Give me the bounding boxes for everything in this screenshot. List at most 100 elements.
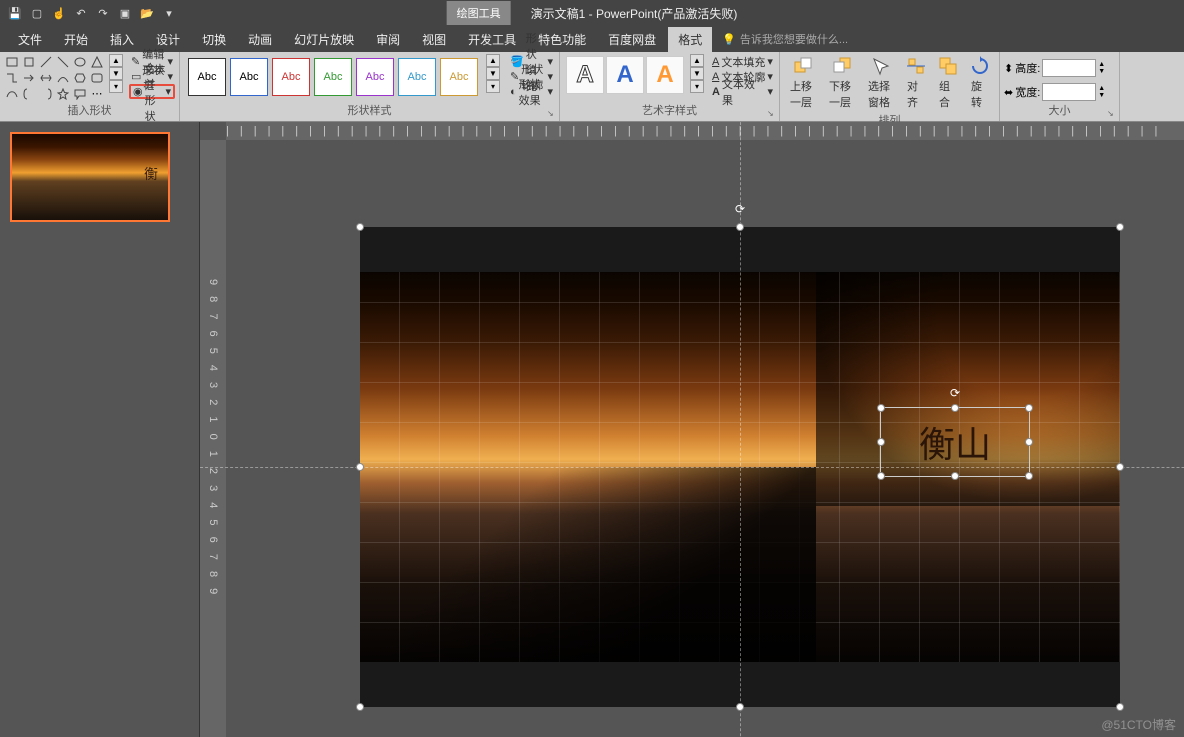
resize-handle[interactable]: [951, 404, 959, 412]
wa-up-icon[interactable]: ▲: [690, 54, 704, 67]
shape-darrow-icon[interactable]: [38, 70, 54, 85]
shape-brace2-icon[interactable]: [38, 86, 54, 101]
shape-star-icon[interactable]: [55, 86, 71, 101]
resize-handle[interactable]: [1025, 404, 1033, 412]
resize-handle[interactable]: [356, 223, 364, 231]
save-icon[interactable]: 💾: [8, 6, 22, 20]
style-preset-2[interactable]: Abc: [230, 58, 268, 96]
menu-home[interactable]: 开始: [54, 27, 98, 52]
resize-handle[interactable]: [1025, 438, 1033, 446]
menu-insert[interactable]: 插入: [100, 27, 144, 52]
rotate-handle-icon[interactable]: ⟳: [948, 386, 962, 400]
undo-icon[interactable]: ↶: [74, 6, 88, 20]
shape-arrow-icon[interactable]: [21, 70, 37, 85]
menu-baidu[interactable]: 百度网盘: [598, 27, 666, 52]
rotate-handle-icon[interactable]: ⟳: [733, 202, 747, 216]
menu-view[interactable]: 视图: [412, 27, 456, 52]
menu-file[interactable]: 文件: [8, 27, 52, 52]
shape-effects-button[interactable]: ◐形状效果▾: [508, 84, 555, 99]
shape-line2-icon[interactable]: [55, 54, 71, 69]
resize-handle[interactable]: [951, 472, 959, 480]
slide-stage[interactable]: ⟳ 衡山 ⟳: [360, 227, 1120, 707]
resize-handle[interactable]: [736, 703, 744, 711]
resize-handle[interactable]: [356, 703, 364, 711]
menu-animation[interactable]: 动画: [238, 27, 282, 52]
shape-elbow-icon[interactable]: [4, 70, 20, 85]
dialog-launcher-icon[interactable]: ↘: [547, 109, 557, 119]
shape-curve-icon[interactable]: [55, 70, 71, 85]
spinner-icon[interactable]: ▲▼: [1098, 85, 1105, 99]
width-input[interactable]: [1042, 83, 1096, 101]
style-preset-5[interactable]: Abc: [356, 58, 394, 96]
resize-handle[interactable]: [356, 463, 364, 471]
shape-oval-icon[interactable]: [72, 54, 88, 69]
shape-round-icon[interactable]: [89, 70, 105, 85]
shape-tri-icon[interactable]: [89, 54, 105, 69]
redo-icon[interactable]: ↷: [96, 6, 110, 20]
text-effects-button[interactable]: A文本效果▾: [710, 84, 775, 99]
style-preset-7[interactable]: Abc: [440, 58, 478, 96]
resize-handle[interactable]: [877, 472, 885, 480]
wordart-1[interactable]: A: [566, 56, 604, 94]
merge-shapes-button[interactable]: ◉合并形状▾: [129, 84, 175, 99]
gallery-down-icon[interactable]: ▼: [109, 67, 123, 80]
style-more-icon[interactable]: ▾: [486, 80, 500, 93]
tell-me-search[interactable]: 💡 告诉我您想要做什么...: [722, 31, 848, 47]
shape-free-icon[interactable]: [4, 86, 20, 101]
wa-down-icon[interactable]: ▼: [690, 67, 704, 80]
resize-handle[interactable]: [877, 404, 885, 412]
dialog-launcher-icon[interactable]: ↘: [1107, 109, 1117, 119]
shape-gallery[interactable]: ⋯: [4, 54, 105, 101]
resize-handle[interactable]: [1116, 223, 1124, 231]
group-button[interactable]: 组合: [933, 54, 963, 112]
menu-review[interactable]: 审阅: [366, 27, 410, 52]
shape-brace-icon[interactable]: [21, 86, 37, 101]
style-preset-3[interactable]: Abc: [272, 58, 310, 96]
gallery-up-icon[interactable]: ▲: [109, 54, 123, 67]
resize-handle[interactable]: [1116, 463, 1124, 471]
shape-more-icon[interactable]: ⋯: [89, 86, 105, 101]
resize-handle[interactable]: [736, 223, 744, 231]
dialog-launcher-icon[interactable]: ↘: [767, 109, 777, 119]
slide-thumbnail-1[interactable]: [10, 132, 170, 222]
shape-callout-icon[interactable]: [72, 86, 88, 101]
shape-hex-icon[interactable]: [72, 70, 88, 85]
slideshow-icon[interactable]: ▣: [118, 6, 132, 20]
style-preset-6[interactable]: Abc: [398, 58, 436, 96]
style-down-icon[interactable]: ▼: [486, 67, 500, 80]
selection-pane-button[interactable]: 选择窗格: [862, 54, 899, 112]
menu-slideshow[interactable]: 幻灯片放映: [284, 27, 364, 52]
align-button[interactable]: 对齐: [901, 54, 931, 112]
style-preset-1[interactable]: Abc: [188, 58, 226, 96]
shape-rect-icon[interactable]: [4, 54, 20, 69]
text-box-selection[interactable]: 衡山 ⟳: [880, 407, 1030, 477]
style-up-icon[interactable]: ▲: [486, 54, 500, 67]
menu-transition[interactable]: 切换: [192, 27, 236, 52]
shape-square-icon[interactable]: [21, 54, 37, 69]
menu-format[interactable]: 格式: [668, 27, 712, 52]
new-icon[interactable]: ▢: [30, 6, 44, 20]
text-fill-button[interactable]: A文本填充▾: [710, 54, 775, 69]
wordart-3[interactable]: A: [646, 56, 684, 94]
gallery-more-icon[interactable]: ▾: [109, 80, 123, 93]
open-icon[interactable]: 📂: [140, 6, 154, 20]
rotate-button[interactable]: 旋转: [965, 54, 995, 112]
shape-style-gallery[interactable]: Abc Abc Abc Abc Abc Abc Abc: [184, 54, 482, 100]
wordart-2[interactable]: A: [606, 56, 644, 94]
wa-more-icon[interactable]: ▾: [690, 80, 704, 93]
canvas-area[interactable]: ||||||||||||||||||||||||||||||||||||||||…: [200, 122, 1184, 737]
slide-text[interactable]: 衡山: [881, 408, 1029, 476]
shape-line-icon[interactable]: [38, 54, 54, 69]
resize-handle[interactable]: [1025, 472, 1033, 480]
wordart-gallery[interactable]: A A A: [564, 54, 686, 96]
menu-dev[interactable]: 开发工具: [458, 27, 526, 52]
height-input[interactable]: [1042, 59, 1096, 77]
spinner-icon[interactable]: ▲▼: [1098, 61, 1105, 75]
resize-handle[interactable]: [1116, 703, 1124, 711]
bring-forward-button[interactable]: 上移一层: [784, 54, 821, 112]
qat-more-icon[interactable]: ▾: [162, 6, 176, 20]
send-backward-button[interactable]: 下移一层: [823, 54, 860, 112]
style-preset-4[interactable]: Abc: [314, 58, 352, 96]
touch-icon[interactable]: ☝: [52, 6, 66, 20]
resize-handle[interactable]: [877, 438, 885, 446]
